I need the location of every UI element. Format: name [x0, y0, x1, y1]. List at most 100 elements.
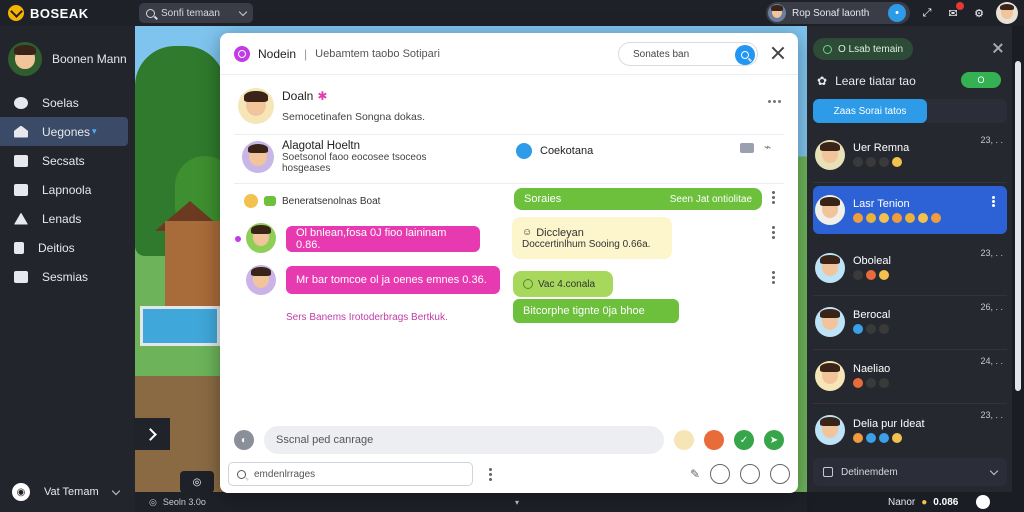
chat-footer-search[interactable]: emdenlrrages [228, 462, 474, 486]
panel-scrollbar[interactable] [1012, 26, 1024, 492]
avatar [8, 42, 42, 76]
emoji-icon[interactable] [710, 464, 730, 484]
sidebar-item-uegones[interactable]: Uegones ▾ [0, 117, 128, 146]
typing-note: Sers Banems Irotoderbrags Bertkuk. [286, 312, 448, 323]
app-logo[interactable]: BOSEAK [0, 5, 135, 21]
feed-icon [14, 154, 28, 167]
more-icon[interactable] [772, 231, 775, 234]
top-search-dropdown[interactable]: Sonfi temaan [139, 3, 253, 23]
more-icon[interactable] [992, 200, 995, 203]
panel-footer[interactable]: Detinemdem [813, 458, 1007, 486]
sidebar-profile[interactable]: Boonen Mann [0, 26, 135, 88]
sidebar-item-deitios[interactable]: Deitios [0, 233, 135, 262]
pin-icon[interactable]: ⌁ [764, 140, 771, 154]
chevron-down-icon [111, 486, 120, 495]
collapse-caret-icon[interactable]: ▾ [515, 498, 519, 507]
panel-header: ✿ Leare tiatar tao O [817, 72, 1007, 88]
message-input[interactable]: Sscnal ped canrage [264, 426, 664, 454]
tab-active[interactable]: Zaas Sorai tatos [813, 99, 927, 123]
chevron-down-icon [989, 466, 999, 475]
sidebar-item-secsats[interactable]: Secsats [0, 146, 135, 175]
message-bubble[interactable]: ☺ Diccleyan Doccertinlhum Sooing 0.66a. [512, 217, 672, 259]
scrollbar-thumb[interactable] [1015, 61, 1021, 391]
notifications-icon[interactable]: ✉ [944, 2, 964, 22]
close-icon[interactable] [992, 42, 1004, 54]
video-icon[interactable] [740, 143, 754, 153]
highlight-label: Soraies [524, 193, 562, 205]
sidebar-item-lapnoola[interactable]: Lapnoola [0, 175, 135, 204]
sidebar-item-lenads[interactable]: Lenads [0, 204, 135, 233]
more-icon[interactable] [773, 100, 776, 103]
expand-panel-button[interactable] [134, 418, 170, 450]
sidebar-footer[interactable]: ◉ Vat Temam [0, 472, 135, 512]
friend-item[interactable]: Berocal 26, . . [813, 294, 1007, 350]
sidebar-item-label: Uegones [42, 124, 91, 139]
close-icon[interactable] [770, 45, 786, 61]
search-go-button[interactable] [735, 45, 755, 65]
message-bubble[interactable]: Ol bnlean,fosa 0J fioo laininam 0.86. [286, 226, 480, 252]
search-icon [237, 469, 246, 479]
avatar [246, 265, 276, 295]
send-icon[interactable]: ➤ [764, 430, 784, 450]
chat-search-input[interactable]: Sonates ban [618, 42, 758, 66]
avatar [238, 88, 274, 124]
panel-toggle[interactable]: O [961, 72, 1001, 88]
friend-item[interactable]: Delia pur Ideat 23, . . [813, 402, 1007, 458]
more-icon[interactable] [772, 196, 775, 199]
settings-icon[interactable]: ⚙ [970, 4, 988, 22]
sidebar-item-soelas[interactable]: Soelas [0, 88, 135, 117]
message-bubble[interactable]: Bitcorphe tignte 0ja bhoe [513, 299, 679, 323]
group-row[interactable]: Alagotal Hoeltn Soetsonol faoo eocosee t… [242, 140, 427, 174]
panel-top-label: O Lsab temain [838, 43, 904, 55]
thumbs-up-icon[interactable]: ✓ [734, 430, 754, 450]
message-bubble[interactable]: Mr bar tomcoe ol ja oenes emnes 0.36. [286, 266, 500, 294]
avatar [815, 139, 845, 170]
chat-contact-header[interactable]: Doaln ✱ Semocetinafen Songna dokas. [238, 88, 425, 124]
highlight-message[interactable]: Soraies Seen Jat ontiolitae [514, 188, 762, 210]
chat-footer-search-label: emdenlrrages [254, 468, 316, 480]
group-desc: Soetsonol faoo eocosee tsoceos [282, 152, 427, 163]
message-bubble[interactable]: Vac 4.conala [513, 271, 613, 297]
friend-name: Uer Remna [853, 142, 910, 154]
verified-icon: ✱ [317, 89, 328, 103]
avatar[interactable] [674, 430, 694, 450]
status-icon[interactable]: • [888, 4, 906, 22]
friend-item-selected[interactable]: Lasr Tenion [813, 186, 1007, 234]
friend-item[interactable]: Oboleal 23, . . [813, 240, 1007, 296]
chat-title: Nodein [258, 46, 297, 61]
record-icon[interactable]: ◎ [180, 471, 214, 492]
friend-time: 23, . . [980, 135, 1003, 145]
avatar [815, 195, 845, 225]
sidebar-item-label: Lapnoola [42, 182, 92, 197]
expand-icon[interactable]: ⤢ [918, 4, 936, 22]
sticker-icon[interactable] [704, 430, 724, 450]
pool-graphic [140, 306, 220, 346]
system-message-text: Beneratsenolnas Boat [282, 195, 381, 207]
profile-avatar[interactable] [996, 2, 1018, 24]
sidebar-item-sesmias[interactable]: Sesmias [0, 262, 135, 291]
message-text: Vac 4.conala [538, 278, 596, 290]
gif-icon[interactable] [740, 464, 760, 484]
group-tag-label: Coekotana [540, 145, 594, 157]
profile-avatar[interactable] [976, 495, 991, 509]
message-text: Doccertinlhum Sooing 0.66a. [522, 238, 651, 250]
friends-panel: O Lsab temain ✿ Leare tiatar tao O Zaas … [807, 26, 1012, 492]
panel-top-button[interactable]: O Lsab temain [813, 38, 913, 60]
more-icon[interactable] [772, 276, 775, 279]
avatar [246, 223, 276, 253]
friend-name: Lasr Tenion [853, 197, 910, 210]
edit-icon[interactable]: ✎ [690, 467, 700, 481]
game-status-left: Seoln 3.0o [162, 497, 206, 507]
chat-search-label: Sonates ban [633, 48, 690, 60]
logo-icon [8, 5, 24, 21]
more-icon[interactable] [489, 472, 492, 476]
lock-icon [14, 212, 28, 225]
friend-item[interactable]: Naeliao 24, . . [813, 348, 1007, 404]
group-tag[interactable]: Coekotana [516, 143, 593, 159]
friend-item[interactable]: Uer Remna 23, . . [813, 127, 1007, 183]
panel-toggle-label: O [977, 75, 985, 85]
user-status-pill[interactable]: Rop Sonaf laonth • [766, 2, 910, 24]
close-circle-icon[interactable] [770, 464, 790, 484]
profile-name: Boonen Mann [52, 52, 127, 66]
attach-icon[interactable]: ◐ [234, 430, 254, 450]
